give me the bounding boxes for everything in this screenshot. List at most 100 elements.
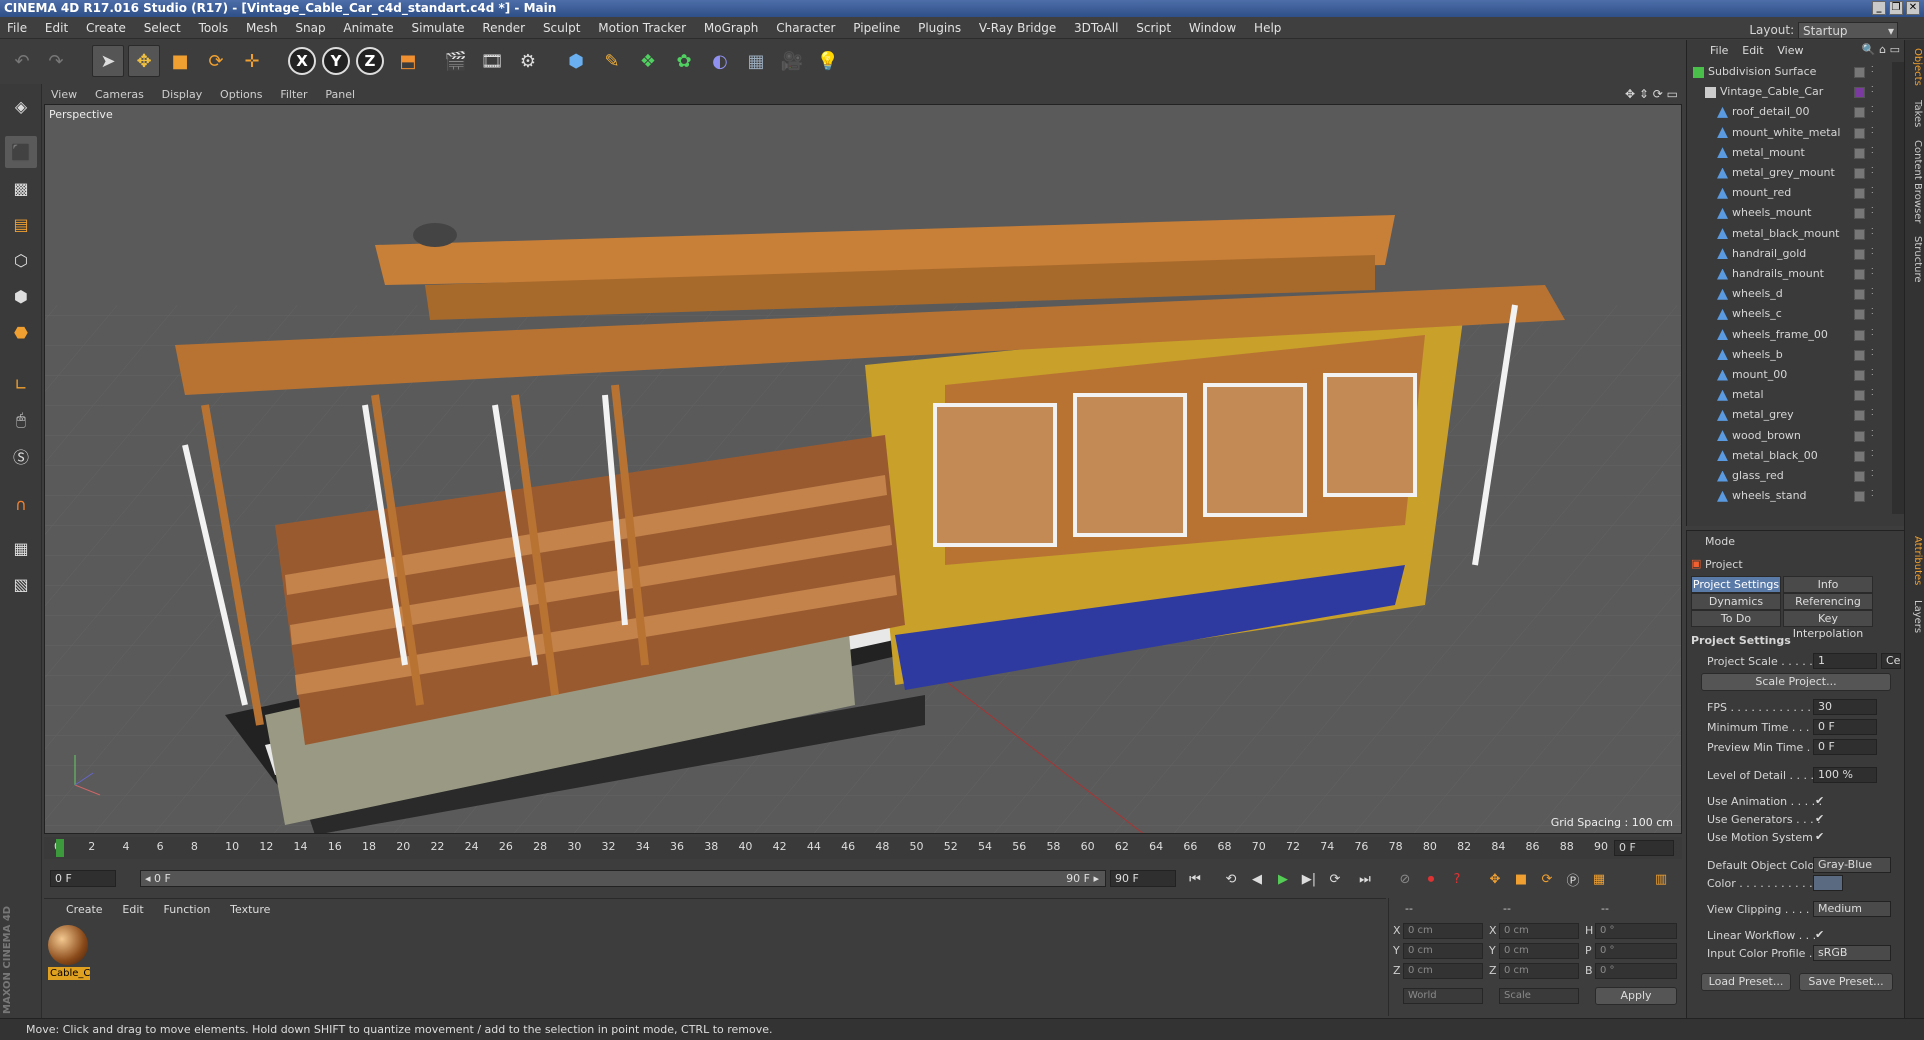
snapping-icon[interactable]: Ⓢ (5, 440, 37, 472)
prev-key-icon[interactable]: ⟲ (1220, 869, 1242, 889)
object-row[interactable]: wheels_b ⁚ (1687, 345, 1887, 365)
layout-dropdown[interactable]: Startup (1798, 22, 1898, 39)
start-frame-field[interactable]: 0 F (50, 870, 116, 887)
select-arrow-icon[interactable]: ➤ (92, 45, 124, 77)
menu-render[interactable]: Render (475, 17, 532, 39)
locked-workplane-icon[interactable]: ▦ (5, 532, 37, 564)
current-frame-field[interactable]: 0 F (1614, 840, 1674, 856)
render-dots-icon[interactable]: ⁚ (1871, 207, 1879, 219)
floor-icon[interactable]: ▦ (740, 45, 772, 77)
goto-start-icon[interactable]: ⏮ (1184, 869, 1206, 889)
use-generators-checkbox[interactable]: ✔ (1815, 813, 1827, 825)
end-frame-field[interactable]: 90 F (1110, 870, 1176, 887)
use-motion-checkbox[interactable]: ✔ (1815, 831, 1827, 843)
object-row[interactable]: Subdivision Surface ⁚ (1687, 62, 1887, 82)
coord-z-field[interactable]: 0 cm (1403, 963, 1483, 979)
input-color-profile-dropdown[interactable]: sRGB (1813, 945, 1891, 961)
size-x-field[interactable]: 0 cm (1499, 923, 1579, 939)
tab-referencing[interactable]: Referencing (1783, 593, 1873, 610)
menu-file[interactable]: File (0, 17, 34, 39)
min-time-field[interactable]: 0 F (1813, 719, 1877, 735)
object-row[interactable]: wheels_frame_00 ⁚ (1687, 325, 1887, 345)
linear-workflow-checkbox[interactable]: ✔ (1815, 929, 1827, 941)
render-dots-icon[interactable]: ⁚ (1871, 288, 1879, 300)
render-dots-icon[interactable]: ⁚ (1871, 308, 1879, 320)
coord-y-field[interactable]: 0 cm (1403, 943, 1483, 959)
material-menu-texture[interactable]: Texture (222, 900, 278, 920)
polygons-mode-icon[interactable]: ⬣ (5, 316, 37, 348)
tab-dynamics[interactable]: Dynamics (1691, 593, 1781, 610)
scale-tool-icon[interactable]: ■ (164, 45, 196, 77)
object-row[interactable]: wood_brown ⁚ (1687, 426, 1887, 446)
tab-info[interactable]: Info (1783, 576, 1873, 593)
x-axis-lock[interactable]: X (286, 45, 318, 77)
play-icon[interactable]: ▶ (1272, 869, 1294, 889)
render-dots-icon[interactable]: ⁚ (1871, 429, 1879, 442)
render-dots-icon[interactable]: ⁚ (1871, 268, 1879, 280)
viewport-menu-cameras[interactable]: Cameras (88, 85, 151, 105)
preview-min-field[interactable]: 0 F (1813, 739, 1877, 755)
object-row[interactable]: metal_black_mount ⁚ (1687, 224, 1887, 244)
material-item[interactable]: Cable_C (48, 925, 90, 983)
menu-script[interactable]: Script (1129, 17, 1178, 39)
visibility-toggle-icon[interactable] (1854, 188, 1865, 200)
menu-plugins[interactable]: Plugins (911, 17, 968, 39)
render-dots-icon[interactable]: ⁚ (1871, 470, 1879, 482)
menu-3dtoall[interactable]: 3DToAll (1067, 17, 1125, 39)
render-dots-icon[interactable]: ⁚ (1871, 106, 1879, 118)
planar-workplane-icon[interactable]: ▧ (5, 568, 37, 600)
visibility-toggle-icon[interactable] (1854, 269, 1865, 280)
render-dots-icon[interactable]: ⁚ (1871, 227, 1879, 240)
record-keys-icon[interactable]: ⏺ (1420, 869, 1442, 889)
material-menu-create[interactable]: Create (58, 900, 111, 920)
object-row[interactable]: wheels_d ⁚ (1687, 284, 1887, 304)
visibility-toggle-icon[interactable] (1854, 147, 1865, 159)
coord-space-dropdown[interactable]: World (1403, 988, 1483, 1004)
size-y-field[interactable]: 0 cm (1499, 943, 1579, 959)
key-parameter-icon[interactable]: Ⓟ (1562, 869, 1584, 889)
next-frame-icon[interactable]: ▶| (1298, 869, 1320, 889)
close-button[interactable]: ✕ (1906, 1, 1920, 15)
menu-character[interactable]: Character (769, 17, 842, 39)
object-search-icon[interactable]: 🔍 ⌂ ▭ (1862, 40, 1900, 60)
menu-pipeline[interactable]: Pipeline (846, 17, 907, 39)
camera-icon[interactable]: 🎥 (776, 45, 808, 77)
key-position-icon[interactable]: ✥ (1484, 869, 1506, 889)
menu-mesh[interactable]: Mesh (239, 17, 285, 39)
object-menu-edit[interactable]: Edit (1737, 41, 1768, 61)
texture-mode-icon[interactable]: ▩ (5, 172, 37, 204)
object-list-scrollbar[interactable] (1892, 62, 1904, 514)
vtab-objects[interactable]: Objects (1907, 48, 1923, 86)
tab-key-interpolation[interactable]: Key Interpolation (1783, 610, 1873, 640)
viewport-menu-view[interactable]: View (44, 85, 84, 105)
visibility-toggle-icon[interactable] (1854, 430, 1865, 442)
visibility-toggle-icon[interactable] (1854, 410, 1865, 422)
render-dots-icon[interactable]: ⁚ (1871, 449, 1879, 462)
attr-mode-menu[interactable]: Mode (1705, 535, 1735, 548)
edges-mode-icon[interactable]: ⬢ (5, 280, 37, 312)
vtab-content-browser[interactable]: Content Browser (1907, 140, 1923, 223)
object-row[interactable]: handrail_gold ⁚ (1687, 244, 1887, 264)
visibility-toggle-icon[interactable] (1854, 450, 1865, 462)
visibility-toggle-icon[interactable] (1854, 107, 1865, 119)
undo-icon[interactable]: ↶ (6, 45, 38, 77)
rotate-tool-icon[interactable]: ⟳ (200, 45, 232, 77)
menu-motion-tracker[interactable]: Motion Tracker (591, 17, 693, 39)
menu-sculpt[interactable]: Sculpt (536, 17, 587, 39)
object-row[interactable]: handrails_mount ⁚ (1687, 264, 1887, 284)
tab-todo[interactable]: To Do (1691, 610, 1781, 627)
redo-icon[interactable]: ↷ (40, 45, 72, 77)
playhead[interactable] (56, 839, 64, 857)
object-row[interactable]: metal_black_00 ⁚ (1687, 446, 1887, 466)
visibility-toggle-icon[interactable] (1854, 491, 1865, 503)
object-row[interactable]: wheels_mount ⁚ (1687, 203, 1887, 223)
render-view-icon[interactable]: 🎬 (440, 45, 472, 77)
visibility-toggle-icon[interactable] (1854, 309, 1865, 321)
project-scale-field[interactable]: 1 (1813, 653, 1877, 669)
vtab-takes[interactable]: Takes (1907, 100, 1923, 127)
maximize-button[interactable]: ❐ (1889, 1, 1903, 15)
visibility-toggle-icon[interactable] (1854, 329, 1865, 341)
autokey-icon[interactable]: ? (1446, 869, 1468, 889)
visibility-toggle-icon[interactable] (1854, 370, 1865, 381)
object-row[interactable]: mount_white_metal ⁚ (1687, 123, 1887, 143)
